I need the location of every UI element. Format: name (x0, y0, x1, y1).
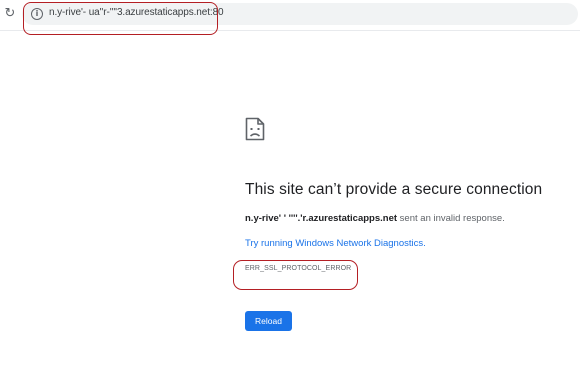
error-message: n.y-rive' ' ''''.'r.azurestaticapps.net … (245, 213, 505, 224)
reload-icon[interactable]: ↻ (3, 7, 17, 21)
sad-page-icon (245, 117, 265, 141)
reload-button[interactable]: Reload (245, 311, 292, 331)
error-title: This site can’t provide a secure connect… (245, 181, 543, 198)
error-message-suffix: sent an invalid response. (397, 213, 505, 224)
error-code-highlight-annotation (233, 260, 358, 290)
error-host: n.y-rive' ' ''''.'r.azurestaticapps.net (245, 213, 398, 224)
browser-window: ↻ i n.y-rive'- ua''r-''''3.azurestaticap… (0, 0, 580, 387)
network-diagnostics-link[interactable]: Try running Windows Network Diagnostics. (245, 238, 426, 249)
url-highlight-annotation (23, 2, 218, 35)
